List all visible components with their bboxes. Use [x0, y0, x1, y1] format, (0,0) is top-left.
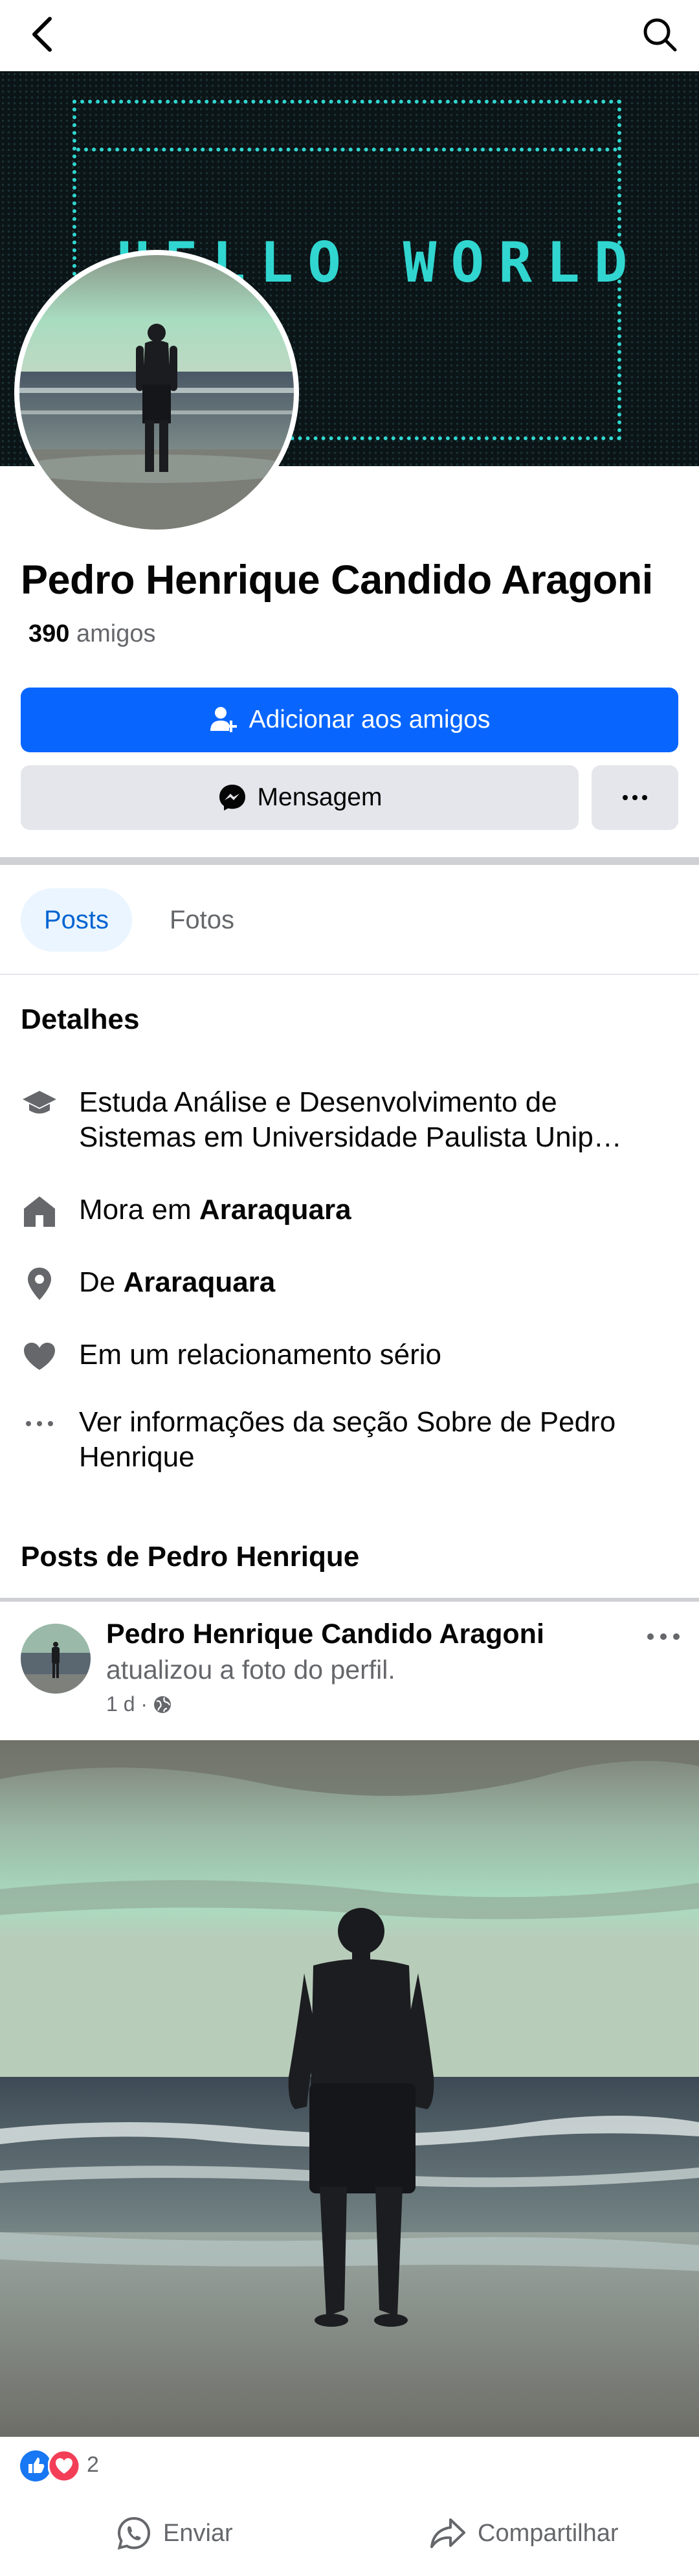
location-pin-icon: [21, 1265, 58, 1303]
posts-section-title: Posts de Pedro Henrique: [21, 1541, 360, 1573]
posts-divider: [0, 1598, 699, 1602]
back-arrow-icon: [32, 17, 52, 52]
post-meta: 1 d ·: [106, 1692, 172, 1716]
more-dots-icon: [623, 795, 647, 800]
cover-frame-line: [76, 148, 617, 151]
message-button[interactable]: Mensagem: [21, 765, 579, 830]
tab-posts[interactable]: Posts: [21, 888, 132, 952]
messenger-icon: [219, 785, 245, 811]
search-icon: [643, 18, 677, 52]
tabs-divider: [0, 974, 699, 975]
avatar-image: [19, 255, 294, 530]
friends-number: 390: [28, 620, 70, 647]
details-title: Detalhes: [21, 1003, 140, 1035]
post-time[interactable]: 1 d ·: [106, 1692, 148, 1716]
post-photo[interactable]: [0, 1740, 699, 2437]
reactions-count[interactable]: 2: [87, 2452, 99, 2478]
add-friend-icon: [210, 707, 237, 732]
globe-icon: [154, 1696, 172, 1713]
see-about-line-2: Henrique: [79, 1441, 195, 1473]
profile-name: Pedro Henrique Candido Aragoni: [21, 557, 653, 603]
detail-relationship[interactable]: Em um relacionamento sério: [21, 1338, 678, 1375]
friends-label: amigos: [76, 620, 156, 647]
search-button[interactable]: [637, 12, 682, 57]
education-line-2: Sistemas em Universidade Paulista Unip…: [79, 1121, 622, 1153]
lives-prefix: Mora em: [79, 1194, 192, 1226]
post-menu-button[interactable]: [641, 1624, 686, 1650]
more-dots-icon: [647, 1633, 680, 1640]
reactions[interactable]: [19, 2450, 80, 2482]
back-button[interactable]: [19, 12, 65, 57]
share-label: Compartilhar: [478, 2519, 619, 2547]
lives-city: Araraquara: [199, 1194, 351, 1226]
heart-icon: [21, 1338, 58, 1375]
top-bar: [0, 0, 699, 71]
more-options-button[interactable]: [592, 765, 678, 830]
love-reaction-icon: [48, 2450, 80, 2482]
graduation-cap-icon: [21, 1085, 58, 1123]
send-label: Enviar: [163, 2519, 233, 2547]
from-city: Araraquara: [123, 1266, 276, 1298]
message-label: Mensagem: [257, 783, 383, 811]
see-about-line-1: Ver informações da seção Sobre de Pedro: [79, 1406, 616, 1438]
detail-see-about[interactable]: Ver informações da seção Sobre de Pedro …: [21, 1405, 678, 1475]
like-reaction-icon: [20, 2450, 51, 2481]
whatsapp-icon: [117, 2516, 151, 2550]
detail-education[interactable]: Estuda Análise e Desenvolvimento de Sist…: [21, 1085, 678, 1155]
post-author-avatar[interactable]: [21, 1624, 91, 1694]
relationship-status: Em um relacionamento sério: [79, 1339, 442, 1371]
detail-hometown[interactable]: De Araraquara: [21, 1265, 678, 1303]
send-button[interactable]: Enviar: [116, 2504, 233, 2562]
tab-photos[interactable]: Fotos: [150, 888, 254, 952]
share-button[interactable]: Compartilhar: [430, 2504, 619, 2562]
add-friend-label: Adicionar aos amigos: [249, 706, 491, 734]
home-icon: [21, 1193, 58, 1230]
profile-avatar[interactable]: [14, 250, 299, 535]
from-prefix: De: [79, 1266, 116, 1298]
share-arrow-icon: [430, 2518, 465, 2548]
post-action-text: atualizou a foto do perfil.: [106, 1655, 395, 1685]
detail-lives-in[interactable]: Mora em Araraquara: [21, 1193, 678, 1230]
section-divider: [0, 857, 699, 865]
education-line-1: Estuda Análise e Desenvolvimento de: [79, 1086, 557, 1118]
friends-count[interactable]: 390 amigos: [28, 620, 155, 648]
more-dots-icon: [21, 1405, 58, 1442]
post-author-name[interactable]: Pedro Henrique Candido Aragoni: [106, 1618, 544, 1650]
add-friend-button[interactable]: Adicionar aos amigos: [21, 688, 678, 752]
